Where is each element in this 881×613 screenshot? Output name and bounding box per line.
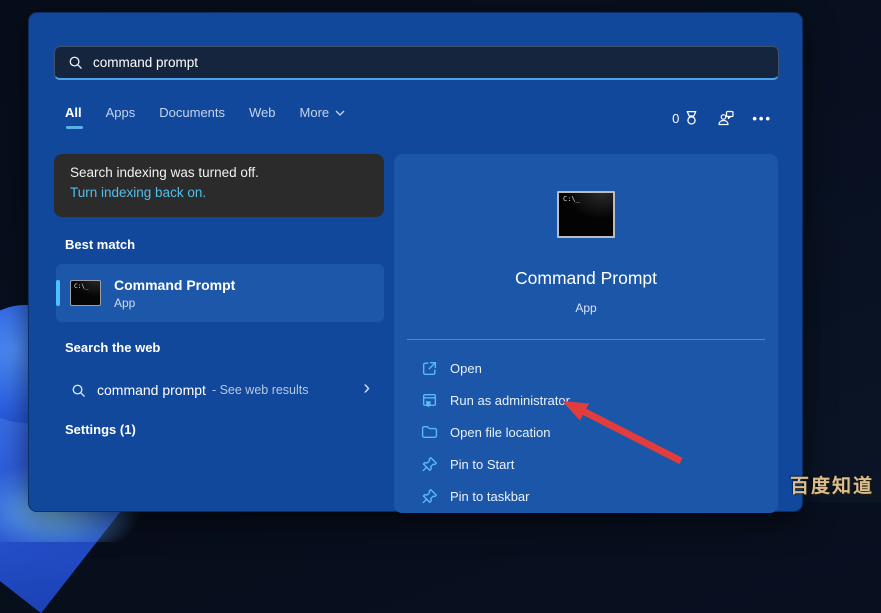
web-query-text: command prompt <box>97 382 206 398</box>
search-box[interactable] <box>54 46 779 80</box>
search-web-header: Search the web <box>65 340 160 355</box>
search-filter-tabs: All Apps Documents Web More <box>65 105 345 129</box>
command-prompt-icon: C:\_ <box>70 280 101 306</box>
command-prompt-icon-large: C:\_ <box>557 191 615 238</box>
tab-more[interactable]: More <box>300 105 346 129</box>
tab-all[interactable]: All <box>65 105 82 129</box>
desktop: { "search": { "value": "command prompt" … <box>0 0 881 502</box>
preview-title: Command Prompt <box>394 268 778 289</box>
best-match-header: Best match <box>65 237 135 252</box>
rewards-medal-icon <box>683 110 700 127</box>
search-input[interactable] <box>93 55 768 70</box>
pin-icon <box>421 456 438 473</box>
preview-subtitle: App <box>394 301 778 315</box>
user-chat-icon <box>717 109 735 127</box>
best-match-result[interactable]: C:\_ Command Prompt App <box>56 264 384 322</box>
options-ellipsis-button[interactable]: ••• <box>752 111 772 126</box>
admin-shield-icon <box>421 392 438 409</box>
tab-apps[interactable]: Apps <box>106 105 136 129</box>
indexing-notice-banner: Search indexing was turned off. Turn ind… <box>54 154 384 217</box>
indexing-notice-text: Search indexing was turned off. <box>70 165 368 180</box>
action-pin-to-start[interactable]: Pin to Start <box>394 448 778 480</box>
search-icon <box>68 55 83 70</box>
search-flyout-panel: All Apps Documents Web More 0 ••• Search… <box>28 12 803 512</box>
best-match-subtitle: App <box>114 296 235 310</box>
folder-icon <box>421 424 438 441</box>
rewards-button[interactable]: 0 <box>672 110 700 127</box>
action-open[interactable]: Open <box>394 352 778 384</box>
settings-header: Settings (1) <box>65 422 136 437</box>
account-button[interactable] <box>717 109 735 127</box>
best-match-title: Command Prompt <box>114 277 235 293</box>
chevron-down-icon <box>335 110 345 116</box>
tab-web[interactable]: Web <box>249 105 276 129</box>
baidu-zhidao-watermark: 百度知道 <box>790 471 874 498</box>
search-icon <box>71 383 86 398</box>
selection-accent-bar <box>56 280 60 306</box>
action-pin-to-taskbar[interactable]: Pin to taskbar <box>394 480 778 512</box>
result-preview-pane: C:\_ Command Prompt App Open Run as admi… <box>394 154 778 513</box>
chevron-right-icon[interactable]: › <box>363 377 370 400</box>
context-actions-list: Open Run as administrator Open file loca… <box>394 352 778 512</box>
rewards-count: 0 <box>672 111 679 126</box>
tab-documents[interactable]: Documents <box>159 105 225 129</box>
open-icon <box>421 360 438 377</box>
web-search-result[interactable]: command prompt - See web results › <box>56 375 384 405</box>
web-suffix-text: - See web results <box>212 383 309 397</box>
search-header-icons: 0 ••• <box>672 109 772 127</box>
action-open-file-location[interactable]: Open file location <box>394 416 778 448</box>
divider <box>407 339 765 340</box>
action-run-as-administrator[interactable]: Run as administrator <box>394 384 778 416</box>
turn-indexing-on-link[interactable]: Turn indexing back on. <box>70 185 368 200</box>
